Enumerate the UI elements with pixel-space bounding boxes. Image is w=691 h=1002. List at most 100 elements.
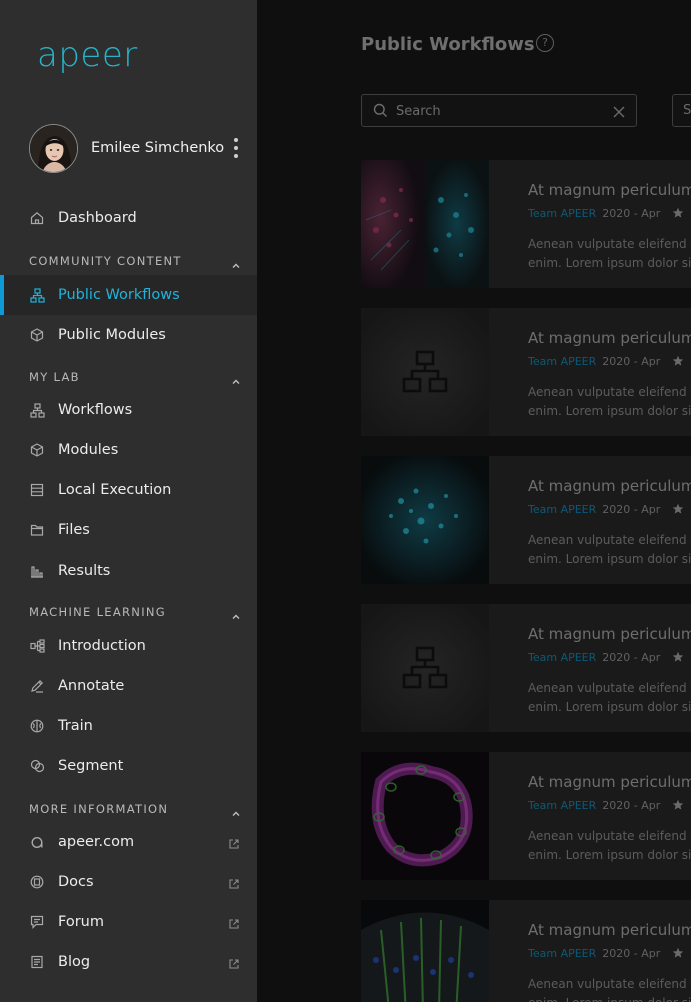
chat-icon	[29, 914, 45, 930]
sidebar-item-files[interactable]: Files	[0, 510, 257, 550]
thumbnail-microscopy-cyan	[361, 456, 489, 584]
docs-icon	[29, 874, 45, 890]
card-team[interactable]: Team APEER	[528, 355, 596, 368]
sidebar: apeer Emilee Simchenko Dashboard COMMUNI…	[0, 0, 257, 1002]
card-team[interactable]: Team APEER	[528, 947, 596, 960]
card-meta: Team APEER 2020 - Apr	[528, 207, 684, 220]
brain-icon	[29, 718, 45, 734]
user-profile[interactable]: Emilee Simchenko	[29, 123, 257, 173]
sidebar-item-docs[interactable]: Docs	[0, 862, 257, 902]
card-desc-line: Aenean vulputate eleifend tel	[528, 681, 691, 695]
sidebar-item-label: Public Workflows	[58, 287, 180, 303]
card-desc-line: enim. Lorem ipsum dolor sit	[528, 552, 691, 566]
card-desc-line: enim. Lorem ipsum dolor sit	[528, 404, 691, 418]
thumbnail-microscopy-magenta	[361, 752, 489, 880]
section-label: MY LAB	[29, 370, 80, 384]
card-meta: Team APEER 2020 - Apr	[528, 355, 684, 368]
chevron-up-icon	[231, 804, 241, 816]
sidebar-item-label: Segment	[58, 758, 124, 774]
sidebar-item-label: Docs	[58, 874, 94, 890]
card-desc-line: Aenean vulputate eleifend tel	[528, 829, 691, 843]
sidebar-item-workflows[interactable]: Workflows	[0, 390, 257, 430]
sidebar-item-apeer-com[interactable]: apeer.com	[0, 822, 257, 862]
thumbnail-workflow-placeholder	[361, 308, 489, 436]
sidebar-item-label: Annotate	[58, 678, 125, 694]
workflow-card[interactable]: At magnum periculum a Team APEER 2020 - A…	[361, 456, 691, 584]
sidebar-item-label: Public Modules	[58, 327, 166, 343]
help-icon[interactable]: ?	[536, 34, 554, 52]
section-community-content[interactable]: COMMUNITY CONTENT	[29, 252, 241, 270]
section-more-information[interactable]: MORE INFORMATION	[29, 800, 241, 818]
sidebar-item-public-modules[interactable]: Public Modules	[0, 315, 257, 355]
card-title: At magnum periculum a	[528, 921, 691, 939]
more-options-icon[interactable]	[231, 138, 241, 158]
card-title: At magnum periculum a	[528, 625, 691, 643]
card-desc-line: enim. Lorem ipsum dolor sit	[528, 256, 691, 270]
sidebar-item-results[interactable]: Results	[0, 551, 257, 591]
section-my-lab[interactable]: MY LAB	[29, 368, 241, 386]
sidebar-item-modules[interactable]: Modules	[0, 430, 257, 470]
thumbnail-microscopy-green	[361, 900, 489, 1002]
sidebar-item-blog[interactable]: Blog	[0, 942, 257, 982]
card-meta: Team APEER 2020 - Apr	[528, 799, 684, 812]
sidebar-item-label: Workflows	[58, 402, 133, 418]
card-description: Aenean vulputate eleifend tel enim. Lorem…	[528, 827, 691, 865]
sidebar-item-label: Blog	[58, 954, 91, 970]
workflow-icon	[29, 402, 45, 418]
network-icon	[29, 638, 45, 654]
apeer-logo[interactable]: apeer	[37, 38, 138, 74]
sidebar-item-label: Modules	[58, 442, 119, 458]
sidebar-item-annotate[interactable]: Annotate	[0, 666, 257, 706]
card-team[interactable]: Team APEER	[528, 799, 596, 812]
card-team[interactable]: Team APEER	[528, 207, 596, 220]
card-team[interactable]: Team APEER	[528, 651, 596, 664]
sidebar-item-public-workflows[interactable]: Public Workflows	[0, 275, 257, 315]
card-desc-line: enim. Lorem ipsum dolor sit	[528, 700, 691, 714]
card-date: 2020 - Apr	[602, 503, 661, 516]
sidebar-item-label: Files	[58, 522, 90, 538]
bar-chart-icon	[29, 563, 45, 579]
sidebar-item-label: Train	[58, 718, 93, 734]
card-desc-line: Aenean vulputate eleifend tel	[528, 977, 691, 991]
sidebar-item-local-execution[interactable]: Local Execution	[0, 470, 257, 510]
search-input[interactable]	[396, 100, 606, 122]
section-machine-learning[interactable]: MACHINE LEARNING	[29, 603, 241, 621]
chevron-up-icon	[231, 607, 241, 619]
workflow-card[interactable]: At magnum periculum a Team APEER 2020 - A…	[361, 308, 691, 436]
star-icon	[672, 503, 684, 515]
server-icon	[29, 482, 45, 498]
cube-icon	[29, 442, 45, 458]
card-date: 2020 - Apr	[602, 799, 661, 812]
sidebar-item-introduction[interactable]: Introduction	[0, 626, 257, 666]
workflow-card[interactable]: At magnum periculum a Team APEER 2020 - A…	[361, 900, 691, 1002]
sidebar-item-label: Dashboard	[58, 210, 137, 226]
sidebar-item-dashboard[interactable]: Dashboard	[0, 198, 257, 238]
card-date: 2020 - Apr	[602, 207, 661, 220]
clear-icon[interactable]	[612, 104, 626, 118]
workflow-card[interactable]: At magnum periculum a Team APEER 2020 - A…	[361, 604, 691, 732]
logo-text: apeer	[37, 35, 138, 75]
search-field[interactable]	[361, 94, 637, 127]
sidebar-item-forum[interactable]: Forum	[0, 902, 257, 942]
card-desc-line: enim. Lorem ipsum dolor sit	[528, 994, 691, 1002]
apeer-icon	[29, 834, 45, 850]
sidebar-item-segment[interactable]: Segment	[0, 746, 257, 786]
cube-icon	[29, 327, 45, 343]
sidebar-item-label: Forum	[58, 914, 104, 930]
card-description: Aenean vulputate eleifend tel enim. Lorem…	[528, 975, 691, 1002]
workflow-card[interactable]: At magnum periculum a Team APEER 2020 - A…	[361, 160, 691, 288]
folder-icon	[29, 522, 45, 538]
card-title: At magnum periculum a	[528, 773, 691, 791]
app-root: apeer Emilee Simchenko Dashboard COMMUNI…	[0, 0, 691, 1002]
sidebar-item-train[interactable]: Train	[0, 706, 257, 746]
sidebar-item-label: Introduction	[58, 638, 146, 654]
section-label: COMMUNITY CONTENT	[29, 254, 182, 268]
card-description: Aenean vulputate eleifend tel enim. Lorem…	[528, 383, 691, 421]
avatar[interactable]	[29, 123, 78, 173]
card-team[interactable]: Team APEER	[528, 503, 596, 516]
chevron-up-icon	[231, 372, 241, 384]
sort-dropdown[interactable]: S	[672, 94, 691, 127]
card-desc-line: enim. Lorem ipsum dolor sit	[528, 848, 691, 862]
workflow-card[interactable]: At magnum periculum a Team APEER 2020 - A…	[361, 752, 691, 880]
chevron-up-icon	[231, 256, 241, 268]
